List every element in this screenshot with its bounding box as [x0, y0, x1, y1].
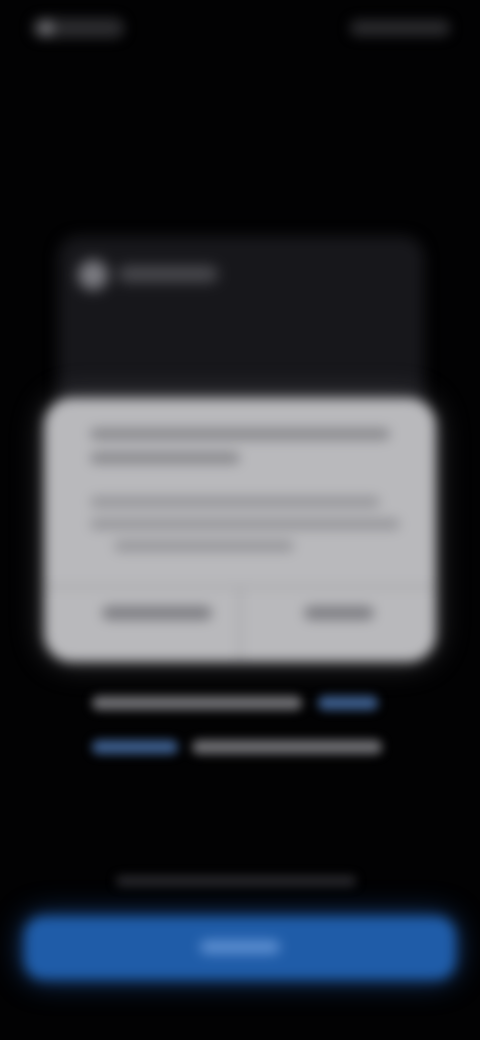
description-text: [92, 690, 392, 770]
permission-alert: [44, 398, 436, 662]
alert-message-line: [90, 518, 400, 530]
alert-button-right[interactable]: [304, 606, 374, 620]
primary-button-label: [200, 940, 280, 954]
status-bar-left: [32, 18, 124, 38]
status-indicator-icon: [38, 20, 54, 36]
alert-divider: [239, 586, 241, 662]
screen: [0, 0, 480, 1040]
alert-message-line: [90, 496, 380, 508]
primary-button[interactable]: [24, 916, 456, 980]
description-link[interactable]: [92, 740, 178, 754]
description-line: [92, 696, 302, 710]
alert-message-line: [114, 540, 294, 552]
description-link[interactable]: [318, 696, 378, 710]
alert-button-left[interactable]: [102, 606, 212, 620]
status-bar: [0, 0, 480, 60]
caption-text: [116, 876, 356, 886]
app-icon: [78, 260, 108, 290]
alert-title-line: [90, 428, 390, 440]
alert-title-line: [90, 452, 240, 464]
status-bar-right: [350, 20, 450, 36]
background-card-title: [118, 266, 218, 282]
description-line: [192, 740, 382, 754]
